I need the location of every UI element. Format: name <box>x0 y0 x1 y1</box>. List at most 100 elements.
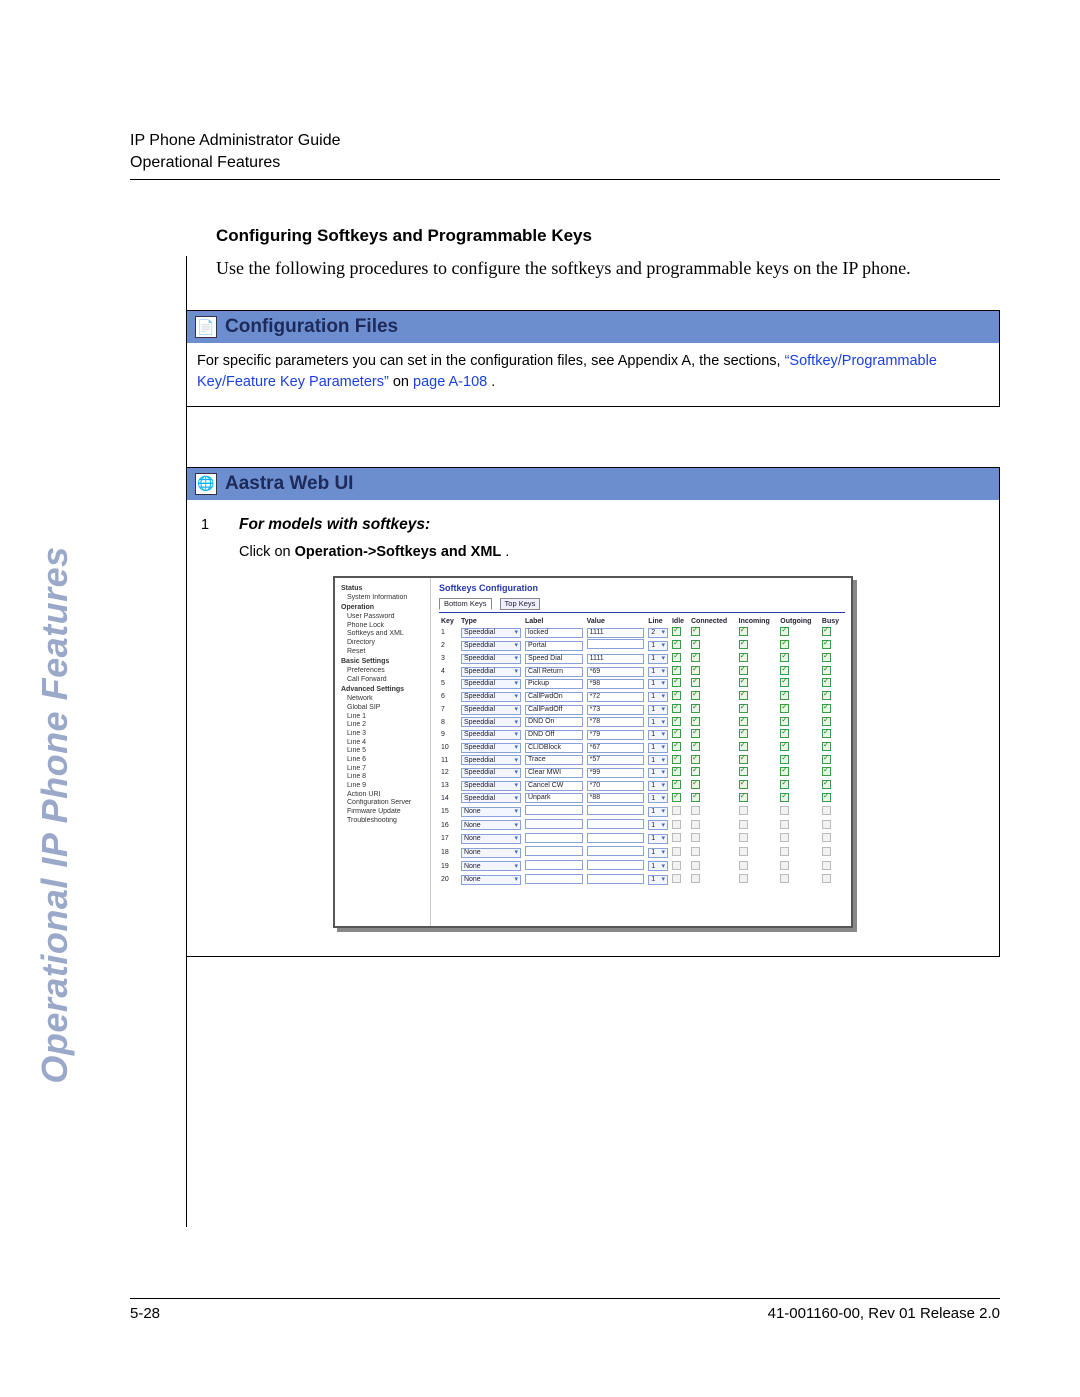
shot-side-item[interactable]: User Password <box>347 613 426 621</box>
shot-side-item[interactable]: Line 8 <box>347 773 426 781</box>
state-checkbox[interactable] <box>691 640 700 649</box>
value-input[interactable]: *70 <box>587 781 645 791</box>
state-checkbox[interactable] <box>739 767 748 776</box>
state-checkbox[interactable] <box>672 742 681 751</box>
type-select[interactable]: None▾ <box>461 861 521 871</box>
line-select[interactable]: 1▾ <box>648 667 668 677</box>
line-select[interactable]: 1▾ <box>648 641 668 651</box>
state-checkbox[interactable] <box>672 874 681 883</box>
state-checkbox[interactable] <box>822 717 831 726</box>
state-checkbox[interactable] <box>822 767 831 776</box>
state-checkbox[interactable] <box>822 755 831 764</box>
label-input[interactable]: DND Off <box>525 730 583 740</box>
state-checkbox[interactable] <box>822 793 831 802</box>
state-checkbox[interactable] <box>739 861 748 870</box>
state-checkbox[interactable] <box>822 742 831 751</box>
label-input[interactable] <box>525 846 583 856</box>
line-select[interactable]: 2▾ <box>648 628 668 638</box>
state-checkbox[interactable] <box>739 806 748 815</box>
shot-side-item[interactable]: Action URI <box>347 791 426 799</box>
line-select[interactable]: 1▾ <box>648 768 668 778</box>
label-input[interactable] <box>525 833 583 843</box>
state-checkbox[interactable] <box>691 742 700 751</box>
line-select[interactable]: 1▾ <box>648 781 668 791</box>
state-checkbox[interactable] <box>691 833 700 842</box>
label-input[interactable]: locked <box>525 628 583 638</box>
type-select[interactable]: Speeddial▾ <box>461 654 521 664</box>
state-checkbox[interactable] <box>691 861 700 870</box>
line-select[interactable]: 1▾ <box>648 717 668 727</box>
value-input[interactable] <box>587 874 645 884</box>
shot-side-item[interactable]: Global SIP <box>347 704 426 712</box>
state-checkbox[interactable] <box>739 678 748 687</box>
state-checkbox[interactable] <box>739 780 748 789</box>
state-checkbox[interactable] <box>691 793 700 802</box>
value-input[interactable] <box>587 860 645 870</box>
state-checkbox[interactable] <box>691 627 700 636</box>
config-link-page[interactable]: page A-108 <box>413 374 487 390</box>
value-input[interactable]: 1111 <box>587 654 645 664</box>
value-input[interactable] <box>587 639 645 649</box>
state-checkbox[interactable] <box>691 755 700 764</box>
state-checkbox[interactable] <box>780 793 789 802</box>
state-checkbox[interactable] <box>822 678 831 687</box>
state-checkbox[interactable] <box>780 874 789 883</box>
state-checkbox[interactable] <box>780 666 789 675</box>
line-select[interactable]: 1▾ <box>648 807 668 817</box>
label-input[interactable] <box>525 819 583 829</box>
state-checkbox[interactable] <box>739 666 748 675</box>
state-checkbox[interactable] <box>822 729 831 738</box>
label-input[interactable]: Portal <box>525 641 583 651</box>
line-select[interactable]: 1▾ <box>648 820 668 830</box>
value-input[interactable]: *67 <box>587 743 645 753</box>
state-checkbox[interactable] <box>780 806 789 815</box>
label-input[interactable]: Speed Dial <box>525 654 583 664</box>
shot-side-item[interactable]: Directory <box>347 639 426 647</box>
shot-side-item[interactable]: Line 6 <box>347 756 426 764</box>
state-checkbox[interactable] <box>739 627 748 636</box>
state-checkbox[interactable] <box>822 847 831 856</box>
state-checkbox[interactable] <box>672 755 681 764</box>
state-checkbox[interactable] <box>739 640 748 649</box>
state-checkbox[interactable] <box>780 833 789 842</box>
state-checkbox[interactable] <box>672 833 681 842</box>
state-checkbox[interactable] <box>691 820 700 829</box>
label-input[interactable]: Clear MWI <box>525 768 583 778</box>
state-checkbox[interactable] <box>780 742 789 751</box>
shot-side-item[interactable]: Network <box>347 695 426 703</box>
state-checkbox[interactable] <box>780 755 789 764</box>
line-select[interactable]: 1▾ <box>648 875 668 885</box>
state-checkbox[interactable] <box>739 820 748 829</box>
state-checkbox[interactable] <box>691 717 700 726</box>
shot-side-item[interactable]: System Information <box>347 594 426 602</box>
type-select[interactable]: None▾ <box>461 820 521 830</box>
value-input[interactable] <box>587 819 645 829</box>
state-checkbox[interactable] <box>672 717 681 726</box>
state-checkbox[interactable] <box>780 729 789 738</box>
type-select[interactable]: Speeddial▾ <box>461 705 521 715</box>
state-checkbox[interactable] <box>739 755 748 764</box>
line-select[interactable]: 1▾ <box>648 730 668 740</box>
label-input[interactable]: Trace <box>525 755 583 765</box>
tab-top-keys[interactable]: Top Keys <box>500 598 541 610</box>
type-select[interactable]: None▾ <box>461 848 521 858</box>
value-input[interactable]: *98 <box>587 679 645 689</box>
state-checkbox[interactable] <box>822 833 831 842</box>
shot-side-item[interactable]: Line 3 <box>347 730 426 738</box>
state-checkbox[interactable] <box>780 640 789 649</box>
type-select[interactable]: Speeddial▾ <box>461 717 521 727</box>
value-input[interactable] <box>587 846 645 856</box>
state-checkbox[interactable] <box>739 653 748 662</box>
state-checkbox[interactable] <box>672 704 681 713</box>
state-checkbox[interactable] <box>780 847 789 856</box>
label-input[interactable]: Call Return <box>525 667 583 677</box>
state-checkbox[interactable] <box>780 861 789 870</box>
type-select[interactable]: None▾ <box>461 834 521 844</box>
shot-side-item[interactable]: Softkeys and XML <box>347 630 426 638</box>
state-checkbox[interactable] <box>672 691 681 700</box>
label-input[interactable]: CLIDBlock <box>525 743 583 753</box>
state-checkbox[interactable] <box>672 627 681 636</box>
type-select[interactable]: Speeddial▾ <box>461 755 521 765</box>
value-input[interactable]: *72 <box>587 692 645 702</box>
state-checkbox[interactable] <box>739 717 748 726</box>
